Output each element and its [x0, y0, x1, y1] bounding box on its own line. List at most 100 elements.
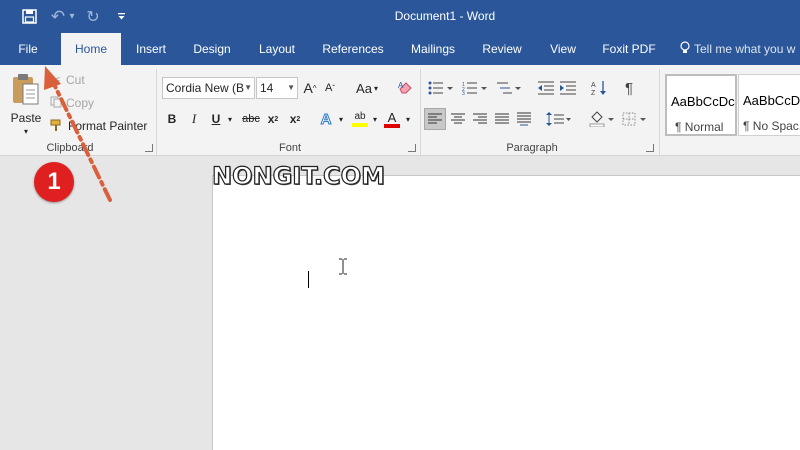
multilevel-list-icon — [497, 82, 521, 94]
align-center-icon — [451, 113, 465, 124]
line-spacing-button[interactable] — [545, 108, 573, 130]
bullets-button[interactable] — [426, 77, 456, 99]
clipboard-launcher-icon[interactable] — [145, 144, 153, 152]
font-size-combo[interactable]: 14 ▼ — [256, 77, 298, 99]
strikethrough-button[interactable]: abc — [240, 108, 262, 130]
subscript-button[interactable]: x2 — [265, 108, 281, 130]
increase-indent-button[interactable] — [558, 77, 578, 99]
shading-button[interactable] — [588, 108, 616, 130]
highlight-swatch — [352, 123, 368, 127]
group-divider — [420, 69, 421, 155]
numbering-icon: 123 — [462, 82, 487, 95]
tell-me-box[interactable]: Tell me what you w — [680, 33, 800, 65]
font-size-value: 14 — [260, 81, 274, 95]
eraser-icon: A — [398, 80, 414, 97]
watermark-text: NONGIT.COM — [211, 161, 385, 190]
svg-text:Z: Z — [591, 90, 596, 96]
superscript-mark: 2 — [296, 115, 301, 123]
decrease-indent-icon — [538, 81, 554, 95]
style-no-spacing[interactable]: AaBbCcDc ¶ No Spac... — [738, 74, 800, 136]
style-sample-text: AaBbCcDc — [671, 94, 735, 109]
borders-button[interactable] — [620, 108, 650, 130]
tab-mailings[interactable]: Mailings — [403, 33, 463, 65]
copy-button[interactable]: Copy — [50, 94, 94, 112]
ribbon-home: Paste ▾ ✂ Cut Copy Format Painter Clipbo… — [0, 65, 800, 156]
svg-text:3: 3 — [462, 91, 465, 95]
tab-home[interactable]: Home — [61, 33, 121, 66]
distributed-button[interactable] — [514, 108, 534, 130]
tab-review[interactable]: Review — [477, 33, 527, 65]
subscript-label: x — [267, 112, 275, 126]
paragraph-launcher-icon[interactable] — [646, 144, 654, 152]
step-number-badge: 1 — [34, 162, 74, 202]
style-sample-text: AaBbCcDc — [743, 93, 800, 108]
font-color-label: A — [387, 109, 397, 125]
highlight-label: ab — [354, 111, 366, 122]
grow-font-label: A — [303, 80, 313, 96]
shrink-font-label: A — [324, 82, 333, 94]
copy-icon — [50, 96, 66, 111]
line-spacing-icon — [546, 112, 571, 126]
increase-indent-icon — [560, 81, 576, 95]
font-launcher-icon[interactable] — [408, 144, 416, 152]
highlight-dropdown-icon[interactable]: ▾ — [370, 108, 380, 130]
tab-layout[interactable]: Layout — [252, 33, 302, 65]
cut-button[interactable]: ✂ Cut — [50, 71, 85, 89]
font-name-combo[interactable]: Cordia New (B ▼ — [162, 77, 255, 99]
style-name-label: ¶ No Spac... — [743, 119, 800, 133]
title-bar: ↶ ▾ ↻ Document1 - Word — [0, 0, 800, 33]
group-divider — [156, 69, 157, 155]
paintbrush-icon — [50, 118, 68, 135]
underline-dropdown-icon[interactable]: ▾ — [225, 108, 235, 130]
superscript-label: x — [289, 112, 297, 126]
style-normal[interactable]: AaBbCcDc ¶ Normal — [665, 74, 737, 136]
tab-file[interactable]: File — [8, 33, 48, 65]
font-color-button[interactable]: A — [383, 108, 401, 130]
svg-text:A: A — [398, 81, 404, 90]
paste-button[interactable]: Paste ▾ — [6, 69, 46, 141]
bullets-icon — [428, 81, 453, 95]
align-left-button[interactable] — [424, 108, 446, 130]
paragraph-group-label: Paragraph — [506, 142, 558, 154]
tell-me-text: Tell me what you w — [694, 42, 796, 56]
paste-label: Paste — [10, 111, 42, 125]
superscript-button[interactable]: x2 — [287, 108, 303, 130]
text-effects-dropdown-icon[interactable]: ▾ — [336, 108, 346, 130]
change-case-button[interactable]: Aa ▾ — [350, 77, 384, 99]
text-cursor — [308, 271, 309, 288]
tab-view[interactable]: View — [543, 33, 583, 65]
numbering-button[interactable]: 123 — [460, 77, 490, 99]
align-center-button[interactable] — [448, 108, 468, 130]
align-right-button[interactable] — [470, 108, 490, 130]
clear-formatting-button[interactable]: A — [396, 77, 416, 99]
document-page[interactable] — [212, 175, 800, 450]
group-divider — [659, 69, 660, 155]
multilevel-list-button[interactable] — [494, 77, 524, 99]
font-color-dropdown-icon[interactable]: ▾ — [403, 108, 413, 130]
chevron-down-icon: ▼ — [244, 83, 252, 92]
grow-font-button[interactable]: A ^ — [302, 77, 318, 99]
distributed-icon — [517, 112, 531, 126]
tab-design[interactable]: Design — [187, 33, 237, 65]
text-effects-button[interactable]: A — [316, 108, 336, 130]
highlight-button[interactable]: ab — [350, 108, 370, 130]
underline-button[interactable]: U — [209, 108, 223, 130]
sort-button[interactable]: AZ — [590, 77, 608, 99]
svg-text:A: A — [591, 82, 596, 89]
bold-button[interactable]: B — [165, 108, 179, 130]
justify-button[interactable] — [492, 108, 512, 130]
scissors-icon: ✂ — [50, 72, 61, 87]
caret-down-icon: ˇ — [332, 83, 335, 93]
change-case-label: Aa — [356, 80, 372, 96]
shrink-font-button[interactable]: Aˇ — [322, 77, 338, 99]
subscript-mark: 2 — [274, 115, 279, 123]
tab-references[interactable]: References — [318, 33, 388, 65]
format-painter-button[interactable]: Format Painter — [50, 117, 147, 135]
italic-button[interactable]: I — [187, 108, 201, 130]
tab-insert[interactable]: Insert — [128, 33, 174, 65]
show-formatting-button[interactable]: ¶ — [620, 77, 638, 99]
decrease-indent-button[interactable] — [536, 77, 556, 99]
tab-foxit-pdf[interactable]: Foxit PDF — [598, 33, 660, 65]
copy-label: Copy — [66, 96, 95, 110]
font-color-swatch — [384, 123, 400, 128]
